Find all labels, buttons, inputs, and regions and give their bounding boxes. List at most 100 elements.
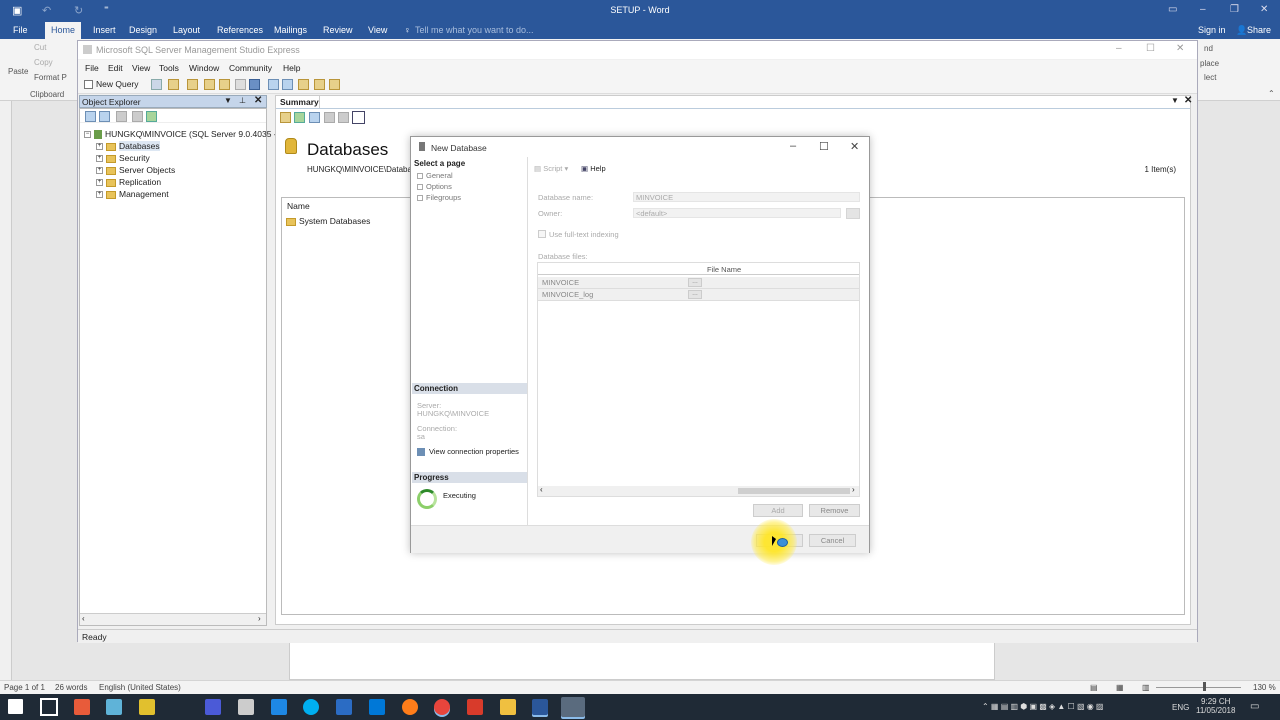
tree-item-replication[interactable]: + Replication: [96, 177, 161, 189]
ssms-close-button[interactable]: ✕: [1176, 43, 1184, 54]
word-minimize-button[interactable]: –: [1200, 4, 1206, 15]
menu-help[interactable]: Help: [283, 63, 300, 73]
tree-item-management[interactable]: + Management: [96, 189, 169, 201]
add-item-icon[interactable]: [219, 79, 230, 90]
scroll-right-icon[interactable]: ›: [852, 485, 855, 494]
close-icon[interactable]: ✕: [254, 95, 262, 106]
add-button[interactable]: Add: [753, 504, 803, 517]
view-connection-properties-link[interactable]: View connection properties: [417, 447, 519, 457]
format-painter-button[interactable]: Format P: [34, 73, 67, 82]
collapse-ribbon-icon[interactable]: ⌃: [1268, 89, 1275, 98]
remove-button[interactable]: Remove: [809, 504, 860, 517]
file-explorer-icon[interactable]: [500, 699, 516, 715]
zoom-slider[interactable]: [1156, 687, 1241, 688]
tab-dropdown-icon[interactable]: ▼: [1171, 96, 1179, 105]
scroll-left-icon[interactable]: ‹: [540, 485, 543, 494]
owner-field[interactable]: <default>: [633, 208, 841, 218]
keyboard-language[interactable]: ENG: [1172, 703, 1189, 712]
windows-start-icon[interactable]: [8, 699, 23, 714]
dialog-minimize-button[interactable]: –: [790, 140, 796, 152]
page-filegroups[interactable]: Filegroups: [417, 193, 461, 202]
tab-review[interactable]: Review: [323, 25, 353, 35]
find-button[interactable]: nd: [1204, 44, 1213, 53]
new-query-button[interactable]: New Query: [84, 79, 139, 90]
word-icon[interactable]: [532, 699, 548, 715]
notification-icon[interactable]: ▭: [1250, 702, 1259, 712]
grid-hscrollbar[interactable]: ‹ ›: [538, 485, 859, 496]
ssms-minimize-button[interactable]: –: [1116, 43, 1122, 54]
scroll-thumb[interactable]: [738, 488, 850, 494]
page-general[interactable]: General: [417, 171, 453, 180]
tab-insert[interactable]: Insert: [93, 25, 116, 35]
disconnect-icon[interactable]: [99, 111, 110, 122]
object-explorer-icon[interactable]: [282, 79, 293, 90]
save-all-icon[interactable]: [249, 79, 260, 90]
menu-view[interactable]: View: [132, 63, 150, 73]
logical-name-cell[interactable]: MINVOICE_log: [542, 290, 593, 299]
chrome-icon[interactable]: [434, 699, 450, 715]
list-item[interactable]: System Databases: [286, 216, 370, 226]
tab-close-icon[interactable]: ✕: [1184, 95, 1192, 106]
database-name-field[interactable]: MINVOICE: [633, 192, 860, 202]
expand-icon[interactable]: +: [96, 167, 103, 175]
tab-references[interactable]: References: [217, 25, 263, 35]
sign-in-link[interactable]: Sign in: [1198, 25, 1226, 35]
tell-me-input[interactable]: Tell me what you want to do...: [415, 25, 534, 35]
pin-icon[interactable]: ⊥: [239, 96, 246, 105]
report-icon[interactable]: [352, 111, 365, 124]
cancel-button[interactable]: Cancel: [809, 534, 856, 547]
open-folder-icon[interactable]: [168, 79, 179, 90]
expand-icon[interactable]: +: [96, 143, 103, 151]
tab-summary[interactable]: Summary: [276, 96, 320, 108]
column-name-header[interactable]: Name: [287, 201, 310, 211]
toolbox-icon[interactable]: [329, 79, 340, 90]
tree-item-server-objects[interactable]: + Server Objects: [96, 165, 175, 177]
tree-item-security[interactable]: + Security: [96, 153, 150, 165]
web-layout-icon[interactable]: ▥: [1142, 683, 1150, 692]
tab-file[interactable]: File: [13, 25, 28, 35]
app-icon[interactable]: [238, 699, 254, 715]
filter-icon[interactable]: [132, 111, 143, 122]
clock[interactable]: 9:29 CH 11/05/2018: [1196, 697, 1235, 715]
tab-mailings[interactable]: Mailings: [274, 25, 307, 35]
connect-icon[interactable]: [309, 112, 320, 123]
object-explorer-hscrollbar[interactable]: ‹ ›: [80, 613, 266, 625]
menu-window[interactable]: Window: [189, 63, 219, 73]
expand-icon[interactable]: +: [96, 191, 103, 199]
share-button[interactable]: Share: [1247, 25, 1271, 35]
language-indicator[interactable]: English (United States): [99, 683, 181, 692]
zoom-slider-thumb[interactable]: [1203, 682, 1206, 691]
stop-icon[interactable]: [116, 111, 127, 122]
menu-file[interactable]: File: [85, 63, 99, 73]
filter-icon[interactable]: [324, 112, 335, 123]
list-view-icon[interactable]: [338, 112, 349, 123]
tab-view[interactable]: View: [368, 25, 387, 35]
paste-button[interactable]: Paste: [8, 67, 28, 76]
table-row[interactable]: MINVOICE_log …: [538, 289, 859, 301]
menu-community[interactable]: Community: [229, 63, 272, 73]
script-button[interactable]: ▤ Script ▾: [534, 164, 568, 173]
tab-home[interactable]: Home: [45, 22, 82, 39]
ellipsis-button[interactable]: …: [688, 278, 702, 287]
expand-icon[interactable]: +: [96, 179, 103, 187]
properties-icon[interactable]: [314, 79, 325, 90]
word-maximize-button[interactable]: ❐: [1230, 4, 1239, 15]
connect-icon[interactable]: [85, 111, 96, 122]
tab-design[interactable]: Design: [129, 25, 157, 35]
app-icon[interactable]: [467, 699, 483, 715]
skype-icon[interactable]: [303, 699, 319, 715]
up-folder-icon[interactable]: [280, 112, 291, 123]
copy-button[interactable]: Copy: [34, 58, 53, 67]
word-close-button[interactable]: ✕: [1260, 4, 1268, 15]
zoom-level[interactable]: 130 %: [1253, 683, 1276, 692]
app-icon[interactable]: [369, 699, 385, 715]
dialog-close-button[interactable]: ✕: [850, 140, 859, 153]
scroll-right-icon[interactable]: ›: [258, 614, 261, 623]
read-mode-icon[interactable]: ▤: [1090, 683, 1098, 692]
fulltext-checkbox[interactable]: [538, 230, 546, 238]
ribbon-options-icon[interactable]: ▭: [1168, 4, 1177, 15]
app-icon[interactable]: [106, 699, 122, 715]
dropdown-arrow-icon[interactable]: ▼: [224, 96, 232, 105]
collapse-icon[interactable]: −: [84, 131, 91, 139]
ssms-icon[interactable]: [561, 697, 585, 717]
